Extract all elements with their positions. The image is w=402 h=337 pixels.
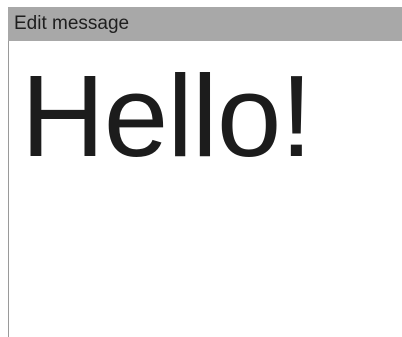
title-bar: Edit message (8, 7, 402, 41)
message-text[interactable]: Hello! (21, 56, 313, 176)
message-editor[interactable]: Hello! (9, 41, 402, 337)
window-title: Edit message (14, 13, 130, 34)
edit-message-window: Edit message Hello! (0, 0, 402, 337)
